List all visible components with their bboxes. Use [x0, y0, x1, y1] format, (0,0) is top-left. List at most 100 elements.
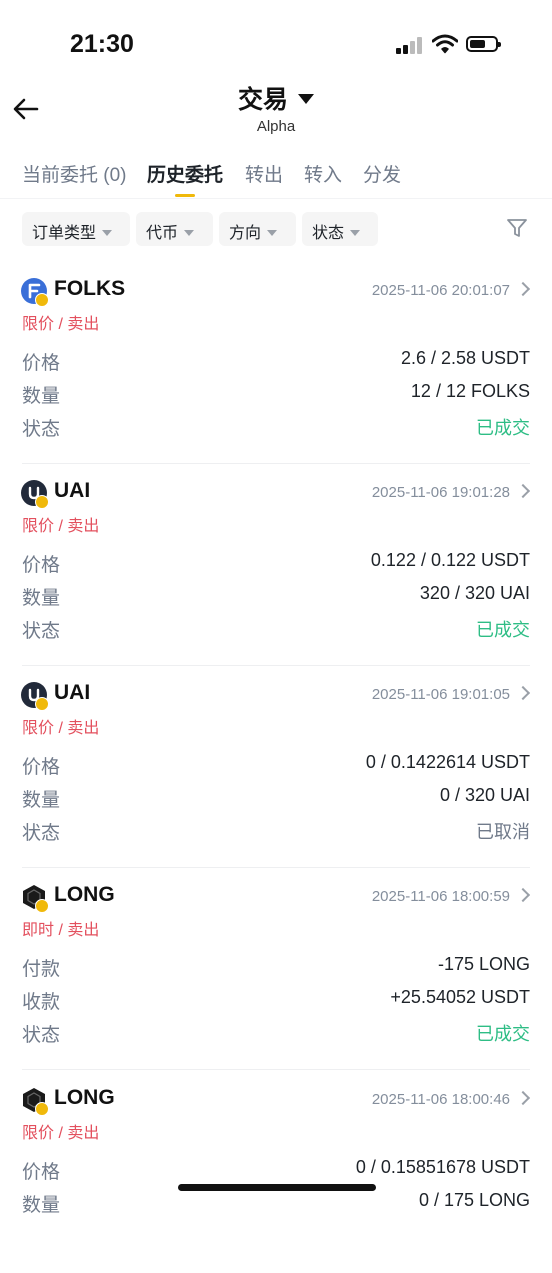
nav-bar: 交易 Alpha	[0, 76, 552, 146]
row-value: 0 / 320 UAI	[439, 785, 530, 805]
page-title: 交易	[237, 86, 288, 114]
status-value: 已成交	[476, 1024, 530, 1044]
battery-icon	[466, 36, 501, 52]
filter-label: 方向	[229, 225, 262, 242]
row-label: 数量	[22, 588, 61, 609]
order-symbol: LONG	[54, 1086, 115, 1109]
long-token-icon	[21, 884, 49, 913]
tabs-divider	[0, 198, 552, 199]
order-row: 状态 已成交	[22, 414, 530, 444]
folks-token-icon	[21, 278, 49, 307]
row-value: 320 / 320 UAI	[419, 583, 530, 603]
order-item[interactable]: UAI 2025-11-06 19:01:28 限价 / 卖出 价格 0.122 …	[0, 464, 552, 666]
order-row: 付款 -175 LONG	[22, 954, 530, 984]
order-symbol: FOLKS	[54, 277, 126, 300]
row-label: 数量	[22, 386, 61, 407]
order-row: 数量 0 / 320 UAI	[22, 785, 530, 815]
long-token-icon	[21, 1087, 49, 1116]
exchange-badge-icon	[35, 697, 49, 711]
order-row: 收款 +25.54052 USDT	[22, 987, 530, 1017]
tab-distribution[interactable]: 分发	[363, 160, 401, 187]
row-value: 2.6 / 2.58 USDT	[400, 348, 530, 368]
filter-order-type[interactable]: 订单类型	[22, 212, 130, 246]
chevron-right-icon	[515, 685, 531, 701]
status-bar: 21:30	[0, 0, 552, 88]
chevron-right-icon	[515, 1090, 531, 1106]
wifi-icon	[432, 34, 458, 54]
status-value: 已成交	[476, 620, 530, 640]
row-value: 0 / 0.15851678 USDT	[355, 1157, 530, 1177]
filter-label: 订单类型	[32, 225, 97, 242]
tab-order-history[interactable]: 历史委托	[147, 160, 223, 187]
order-time: 2025-11-06 19:01:28	[371, 484, 510, 501]
row-value: 12 / 12 FOLKS	[410, 381, 530, 401]
order-side: 限价 / 卖出	[22, 316, 100, 333]
caret-down-icon	[298, 94, 314, 104]
order-item[interactable]: LONG 2025-11-06 18:00:46 限价 / 卖出 价格 0 / 0…	[0, 1071, 552, 1273]
filter-direction[interactable]: 方向	[219, 212, 296, 246]
chevron-right-icon	[515, 483, 531, 499]
row-label: 数量	[22, 1195, 61, 1216]
order-side: 限价 / 卖出	[22, 1125, 100, 1142]
active-tab-indicator	[175, 194, 195, 197]
order-item[interactable]: FOLKS 2025-11-06 20:01:07 限价 / 卖出 价格 2.6 …	[0, 262, 552, 464]
order-row: 数量 12 / 12 FOLKS	[22, 381, 530, 411]
chevron-down-icon	[102, 230, 113, 236]
filter-funnel-icon[interactable]	[506, 217, 528, 239]
order-row: 状态 已取消	[22, 818, 530, 848]
order-row: 数量 0 / 175 LONG	[22, 1190, 530, 1220]
cellular-signal-icon	[396, 37, 424, 54]
chevron-down-icon	[350, 230, 361, 236]
row-label: 状态	[22, 419, 61, 440]
order-row: 价格 0.122 / 0.122 USDT	[22, 550, 530, 580]
order-row: 状态 已成交	[22, 1020, 530, 1050]
row-value: 0.122 / 0.122 USDT	[370, 550, 530, 570]
exchange-badge-icon	[35, 495, 49, 509]
order-side: 限价 / 卖出	[22, 518, 100, 535]
filter-status[interactable]: 状态	[302, 212, 378, 246]
order-symbol: LONG	[54, 883, 115, 906]
exchange-badge-icon	[35, 1102, 49, 1116]
order-side: 限价 / 卖出	[22, 720, 100, 737]
order-time: 2025-11-06 19:01:05	[371, 686, 510, 703]
page-subtitle: Alpha	[256, 118, 296, 135]
order-time: 2025-11-06 18:00:46	[371, 1091, 510, 1108]
filter-label: 状态	[312, 225, 345, 242]
row-label: 状态	[22, 621, 61, 642]
exchange-badge-icon	[35, 293, 49, 307]
row-label: 价格	[22, 1162, 61, 1183]
filter-label: 代币	[146, 225, 179, 242]
uai-token-icon	[21, 480, 49, 509]
order-item[interactable]: UAI 2025-11-06 19:01:05 限价 / 卖出 价格 0 / 0.…	[0, 666, 552, 868]
row-label: 状态	[22, 823, 61, 844]
chevron-right-icon	[515, 281, 531, 297]
uai-token-icon	[21, 682, 49, 711]
row-label: 价格	[22, 757, 61, 778]
chevron-down-icon	[184, 230, 195, 236]
row-value: +25.54052 USDT	[390, 987, 530, 1007]
order-item[interactable]: LONG 2025-11-06 18:00:59 即时 / 卖出 付款 -175 …	[0, 868, 552, 1070]
row-value: 0 / 175 LONG	[418, 1190, 530, 1210]
order-time: 2025-11-06 20:01:07	[371, 282, 510, 299]
order-row: 价格 0 / 0.1422614 USDT	[22, 752, 530, 782]
filter-token[interactable]: 代币	[136, 212, 213, 246]
chevron-down-icon	[267, 230, 278, 236]
status-value: 已成交	[476, 418, 530, 438]
order-side: 即时 / 卖出	[22, 922, 100, 939]
order-time: 2025-11-06 18:00:59	[371, 888, 510, 905]
row-label: 价格	[22, 353, 61, 374]
tab-open-orders[interactable]: 当前委托 (0)	[22, 160, 127, 187]
order-row: 状态 已成交	[22, 616, 530, 646]
row-label: 付款	[22, 959, 61, 980]
status-time: 21:30	[70, 30, 134, 58]
exchange-badge-icon	[35, 899, 49, 913]
page-title-dropdown[interactable]: 交易	[0, 80, 552, 116]
row-label: 收款	[22, 992, 61, 1013]
tab-transfer-out[interactable]: 转出	[245, 160, 283, 187]
status-value: 已取消	[476, 822, 530, 842]
row-label: 状态	[22, 1025, 61, 1046]
row-value: -175 LONG	[437, 954, 530, 974]
order-symbol: UAI	[54, 479, 91, 502]
home-indicator[interactable]	[178, 1184, 376, 1191]
tab-transfer-in[interactable]: 转入	[304, 160, 342, 187]
